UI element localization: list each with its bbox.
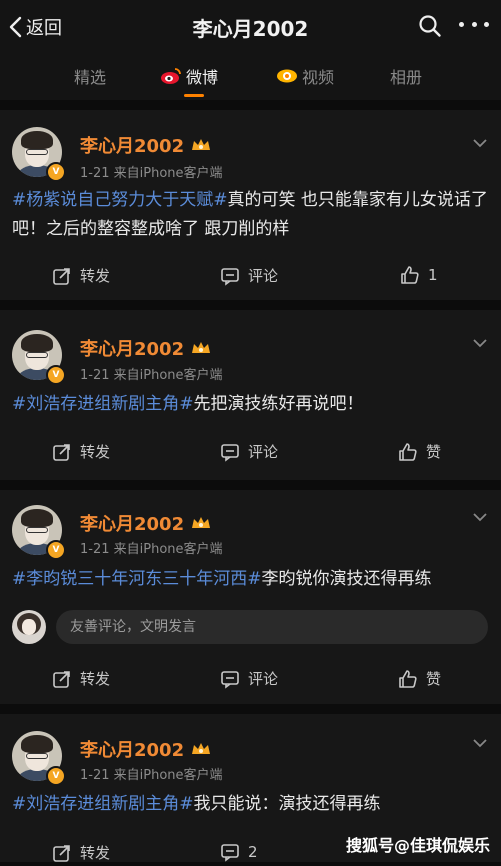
post-meta: 1-21 来自iPhone客户端 — [80, 542, 223, 557]
crown-icon — [192, 342, 211, 353]
comment-button[interactable]: 2 — [220, 842, 258, 862]
username[interactable]: 李心月2002 — [80, 736, 212, 762]
tab-weibo[interactable]: 微博 — [160, 64, 218, 88]
comment-button[interactable]: 评论 — [220, 668, 278, 689]
username-text: 李心月2002 — [80, 339, 185, 360]
post-body: 先把演技练好再说吧！ — [193, 394, 364, 414]
crown-icon — [192, 743, 211, 754]
hashtag-link[interactable]: #杨紫说自己努力大于天赋# — [12, 190, 228, 210]
post-body: 李昀锐你演技还得再练 — [261, 569, 432, 589]
username-text: 李心月2002 — [80, 740, 185, 761]
comment-icon — [221, 443, 239, 462]
profile-tabs: 精选 微博 视频 相册 — [0, 54, 501, 100]
like-label: 赞 — [426, 443, 442, 461]
repost-label: 转发 — [80, 844, 111, 862]
post-actions: 转发 评论 赞 — [0, 441, 501, 465]
comment-label: 评论 — [248, 267, 279, 285]
post-text: #刘浩存进组新剧主角#我只能说：演技还得再练 — [12, 790, 490, 819]
post-meta: 1-21 来自iPhone客户端 — [80, 166, 223, 181]
hashtag-link[interactable]: #刘浩存进组新剧主角# — [12, 794, 194, 814]
chevron-down-icon[interactable] — [472, 512, 488, 522]
username[interactable]: 李心月2002 — [80, 132, 212, 158]
repost-icon — [53, 844, 70, 862]
username-text: 李心月2002 — [80, 514, 185, 535]
verified-badge-icon: V — [46, 162, 66, 182]
comment-label: 评论 — [248, 443, 279, 461]
tab-featured[interactable]: 精选 — [74, 64, 106, 88]
thumbs-up-icon — [399, 442, 417, 461]
watermark: 搜狐号@佳琪侃娱乐 — [346, 836, 491, 855]
comment-icon — [221, 267, 239, 286]
weibo-logo-icon — [161, 68, 181, 84]
like-label: 赞 — [426, 670, 442, 688]
verified-badge-icon: V — [46, 540, 66, 560]
repost-button[interactable]: 转发 — [52, 441, 110, 462]
like-count: 1 — [428, 266, 438, 284]
video-eye-icon — [277, 69, 297, 83]
repost-label: 转发 — [80, 670, 111, 688]
post-body: 我只能说：演技还得再练 — [193, 794, 381, 814]
comment-label: 评论 — [248, 670, 279, 688]
tab-label: 相册 — [390, 68, 423, 87]
repost-button[interactable]: 转发 — [52, 842, 110, 863]
tab-label: 精选 — [74, 68, 107, 87]
post-card[interactable]: V 李心月2002 1-21 来自iPhone客户端 #杨紫说自己努力大于天赋#… — [0, 110, 501, 300]
tab-video[interactable]: 视频 — [276, 64, 334, 88]
search-icon[interactable] — [418, 14, 442, 38]
chevron-down-icon[interactable] — [472, 738, 488, 748]
comment-button[interactable]: 评论 — [220, 265, 278, 286]
username[interactable]: 李心月2002 — [80, 335, 212, 361]
tab-label: 微博 — [186, 68, 219, 87]
comment-input[interactable]: 友善评论，文明发言 — [56, 610, 488, 644]
verified-badge-icon: V — [46, 766, 66, 786]
post-meta: 1-21 来自iPhone客户端 — [80, 368, 223, 383]
repost-button[interactable]: 转发 — [52, 265, 110, 286]
hashtag-link[interactable]: #刘浩存进组新剧主角# — [12, 394, 194, 414]
like-button[interactable]: 赞 — [398, 668, 441, 689]
repost-icon — [53, 670, 70, 688]
viewer-avatar — [12, 610, 46, 644]
active-tab-indicator — [184, 94, 204, 97]
tab-label: 视频 — [302, 68, 335, 87]
post-card[interactable]: V 李心月2002 1-21 来自iPhone客户端 #刘浩存进组新剧主角#先把… — [0, 310, 501, 480]
repost-icon — [53, 267, 70, 285]
repost-label: 转发 — [80, 443, 111, 461]
comment-composer: 友善评论，文明发言 — [12, 610, 488, 646]
crown-icon — [192, 139, 211, 150]
comment-icon — [221, 844, 239, 862]
thumbs-up-icon — [399, 669, 417, 688]
comment-button[interactable]: 评论 — [220, 441, 278, 462]
comment-count: 2 — [248, 843, 258, 861]
tab-album[interactable]: 相册 — [390, 64, 422, 88]
chevron-down-icon[interactable] — [472, 338, 488, 348]
verified-badge-icon: V — [46, 365, 66, 385]
chevron-down-icon[interactable] — [472, 138, 488, 148]
post-text: #李昀锐三十年河东三十年河西#李昀锐你演技还得再练 — [12, 565, 490, 594]
post-text: #杨紫说自己努力大于天赋#真的可笑 也只能靠家有儿女说话了吧！之后的整容整成啥了… — [12, 186, 490, 244]
post-meta: 1-21 来自iPhone客户端 — [80, 768, 223, 783]
crown-icon — [192, 517, 211, 528]
like-button[interactable]: 赞 — [398, 441, 441, 462]
username[interactable]: 李心月2002 — [80, 510, 212, 536]
repost-icon — [53, 443, 70, 461]
top-bar: 返回 李心月2002 — [0, 0, 501, 54]
post-actions: 转发 评论 赞 — [0, 668, 501, 692]
repost-label: 转发 — [80, 267, 111, 285]
post-text: #刘浩存进组新剧主角#先把演技练好再说吧！ — [12, 390, 490, 419]
comment-icon — [221, 670, 239, 689]
repost-button[interactable]: 转发 — [52, 668, 110, 689]
post-actions: 转发 评论 1 — [0, 265, 501, 289]
like-button[interactable]: 1 — [400, 265, 438, 285]
hashtag-link[interactable]: #李昀锐三十年河东三十年河西# — [12, 569, 262, 589]
username-text: 李心月2002 — [80, 136, 185, 157]
thumbs-up-icon — [401, 266, 419, 284]
more-icon[interactable] — [459, 22, 489, 30]
post-card[interactable]: V 李心月2002 1-21 来自iPhone客户端 #李昀锐三十年河东三十年河… — [0, 490, 501, 704]
